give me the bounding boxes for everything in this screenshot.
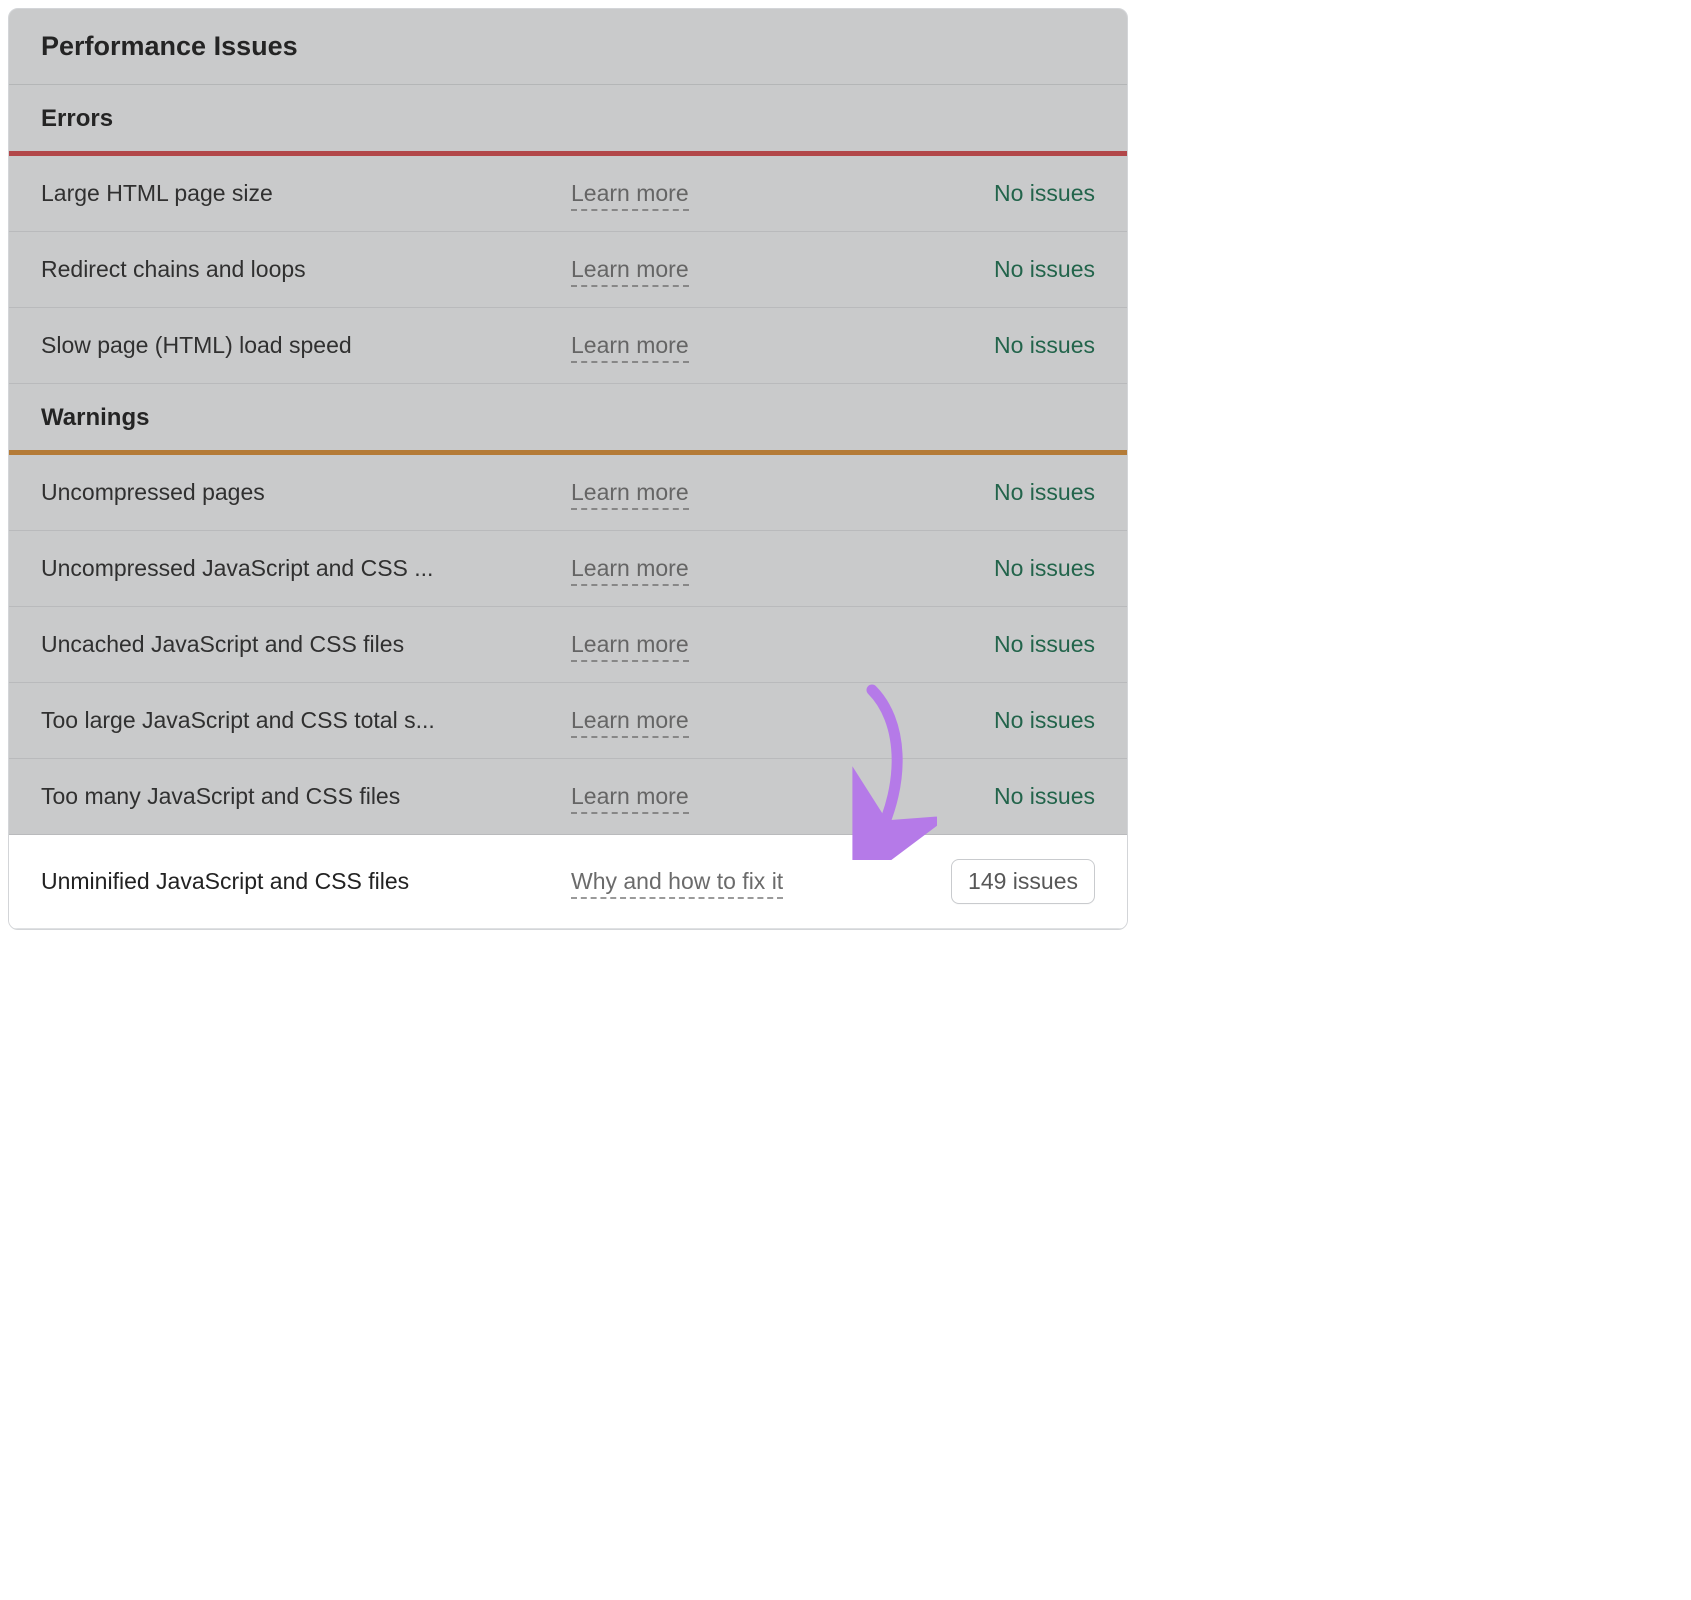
performance-issues-panel: Performance Issues Errors Large HTML pag… [8,8,1128,930]
issue-label: Redirect chains and loops [41,256,571,283]
issue-row[interactable]: Too many JavaScript and CSS files Learn … [9,759,1127,835]
issue-label: Uncompressed JavaScript and CSS ... [41,555,571,582]
learn-more-link[interactable]: Learn more [571,479,955,506]
issue-status: No issues [955,256,1095,283]
learn-more-link[interactable]: Learn more [571,631,955,658]
issue-status: No issues [955,555,1095,582]
issue-status: No issues [955,631,1095,658]
issue-status: No issues [955,180,1095,207]
issue-label: Uncached JavaScript and CSS files [41,631,571,658]
issue-label: Uncompressed pages [41,479,571,506]
learn-more-link[interactable]: Learn more [571,256,955,283]
section-heading-errors: Errors [9,85,1127,151]
learn-more-link[interactable]: Learn more [571,783,955,810]
issue-status: No issues [955,783,1095,810]
issue-row[interactable]: Large HTML page size Learn more No issue… [9,156,1127,232]
issue-status: No issues [955,479,1095,506]
section-heading-warnings: Warnings [9,384,1127,450]
issue-row[interactable]: Slow page (HTML) load speed Learn more N… [9,308,1127,384]
issue-row-highlighted[interactable]: Unminified JavaScript and CSS files Why … [9,835,1127,929]
issue-label: Slow page (HTML) load speed [41,332,571,359]
issue-row[interactable]: Uncached JavaScript and CSS files Learn … [9,607,1127,683]
learn-more-link[interactable]: Why and how to fix it [571,868,951,895]
panel-title: Performance Issues [9,9,1127,85]
issue-row[interactable]: Uncompressed pages Learn more No issues [9,455,1127,531]
issue-status: No issues [955,332,1095,359]
issue-row[interactable]: Uncompressed JavaScript and CSS ... Lear… [9,531,1127,607]
learn-more-link[interactable]: Learn more [571,707,955,734]
learn-more-link[interactable]: Learn more [571,555,955,582]
issue-row[interactable]: Too large JavaScript and CSS total s... … [9,683,1127,759]
issue-label: Large HTML page size [41,180,571,207]
issue-status: No issues [955,707,1095,734]
issue-row[interactable]: Redirect chains and loops Learn more No … [9,232,1127,308]
issues-count-button[interactable]: 149 issues [951,859,1095,904]
learn-more-link[interactable]: Learn more [571,332,955,359]
issue-label: Too large JavaScript and CSS total s... [41,707,571,734]
issue-label: Unminified JavaScript and CSS files [41,868,571,895]
issue-status: 149 issues [951,859,1095,904]
issue-label: Too many JavaScript and CSS files [41,783,571,810]
learn-more-link[interactable]: Learn more [571,180,955,207]
